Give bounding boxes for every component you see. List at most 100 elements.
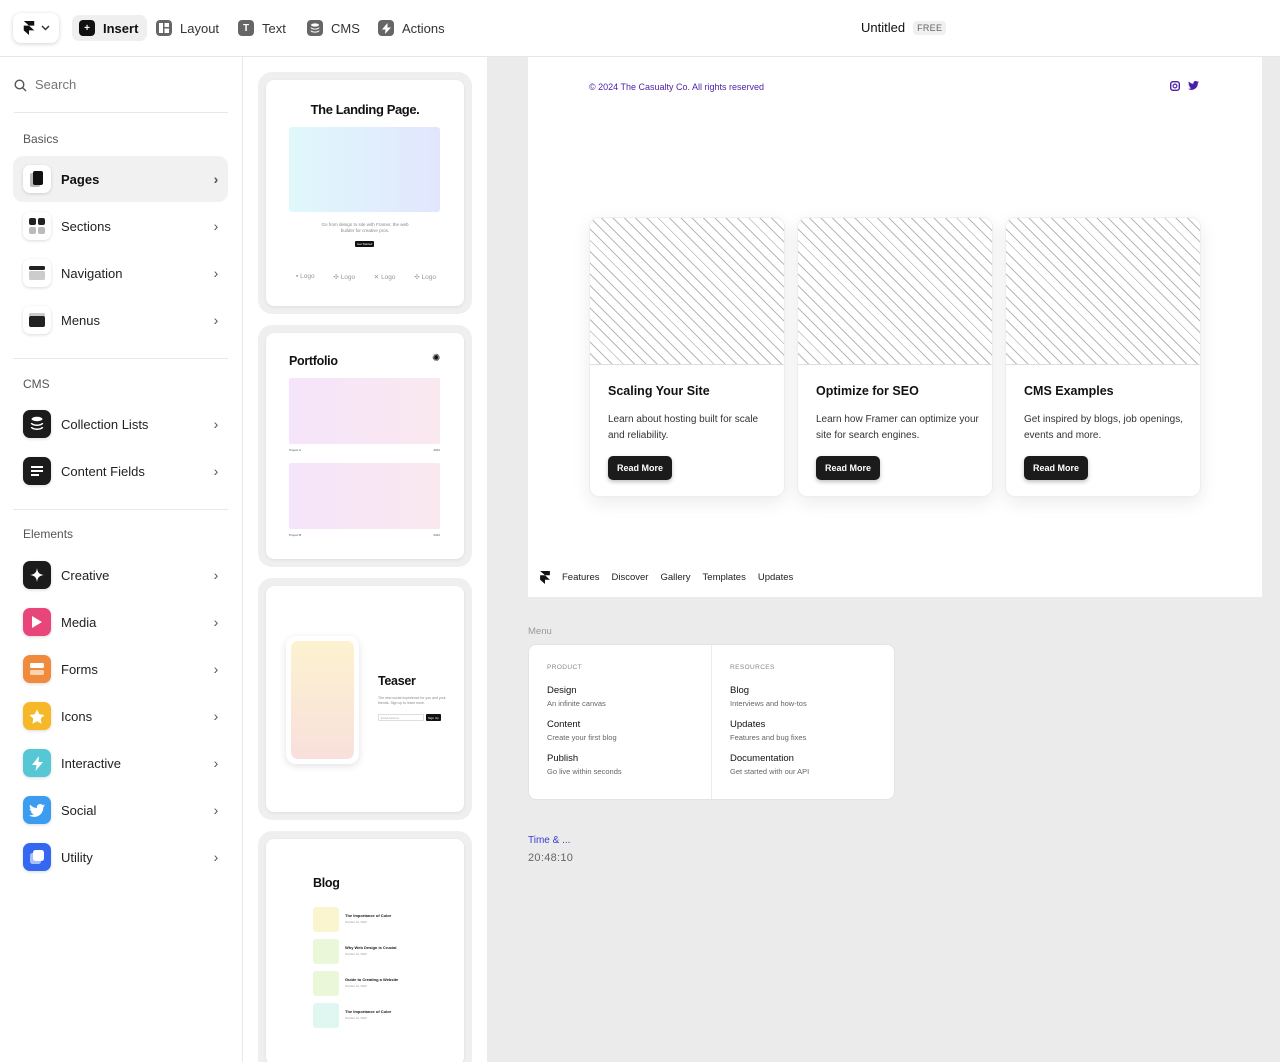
sidebar-item-media[interactable]: Media › [13,599,228,645]
document-title-text: Untitled [861,20,906,35]
tool-layout[interactable]: Layout [156,15,219,41]
chevron-right-icon: › [213,849,219,865]
flower-icon: ✺ [432,353,441,364]
blog-post: The Importance of Color October 10, 2023 [313,907,391,932]
sidebar-item-creative[interactable]: Creative › [13,552,228,598]
sidebar-item-social[interactable]: Social › [13,787,228,833]
divider [13,509,228,510]
time-frame-label[interactable]: Time & ... [528,835,570,846]
menu-heading: PRODUCT [547,664,582,671]
feature-card[interactable]: Optimize for SEO Learn how Framer can op… [797,217,993,497]
nav-link-features[interactable]: Features [562,572,600,583]
menu-frame-label[interactable]: Menu [528,626,552,637]
instagram-icon[interactable] [1170,81,1180,91]
page-templates-panel: The Landing Page. Go from design to site… [244,57,487,1062]
twitter-icon[interactable] [1188,81,1199,90]
nav-link-discover[interactable]: Discover [612,572,649,583]
nav-link-updates[interactable]: Updates [758,572,793,583]
template-cta: Get Started [355,241,375,247]
framer-menu-button[interactable] [13,13,59,43]
sidebar-item-pages[interactable]: Pages › [13,156,228,202]
project-caption: Project A 2022 [289,448,440,452]
sidebar-item-menus[interactable]: Menus › [13,297,228,343]
tool-cms-label: CMS [331,20,360,36]
feature-card[interactable]: Scaling Your Site Learn about hosting bu… [589,217,785,497]
template-landing-page[interactable]: The Landing Page. Go from design to site… [258,72,472,314]
feature-card[interactable]: CMS Examples Get inspired by blogs, job … [1005,217,1201,497]
template-title: Blog [313,876,340,890]
read-more-button[interactable]: Read More [608,456,673,480]
document-title[interactable]: Untitled FREE [861,20,947,35]
blog-post: Why Web Design is Crucial October 10, 202… [313,939,397,964]
read-more-button[interactable]: Read More [816,456,881,480]
template-portfolio[interactable]: Portfolio ✺ Project A 2022 Project B 2022 [258,325,472,567]
menu-column-resources: RESOURCES Blog Interviews and how-tos Upd… [711,645,894,799]
blog-post: Guide to Creating a Website October 10, 2… [313,971,398,996]
image-placeholder [798,218,992,365]
framer-logo-icon[interactable] [540,571,550,584]
top-toolbar: + Insert Layout T Text CMS Actions Untit… [0,0,1280,57]
template-description: Go from design to site with Framer, the … [321,222,409,233]
hero-image [289,127,440,212]
chevron-right-icon: › [213,802,219,818]
chevron-down-icon [40,25,50,31]
card-title: Scaling Your Site [608,384,710,398]
tool-actions[interactable]: Actions [378,15,445,41]
menu-column-product: PRODUCT Design An infinite canvas Content… [529,645,711,799]
sidebar-item-sections[interactable]: Sections › [13,203,228,249]
sidebar-item-label: Menus [61,312,101,328]
site-navigation: Features Discover Gallery Templates Upda… [540,571,793,584]
template-preview: Portfolio ✺ Project A 2022 Project B 2022 [266,333,464,559]
play-icon [23,608,51,636]
template-blog[interactable]: Blog The Importance of Color October 10, … [258,831,472,1062]
twitter-icon [23,796,51,824]
framer-logo-icon [23,21,34,35]
chevron-right-icon: › [213,614,219,630]
menu-component[interactable]: PRODUCT Design An infinite canvas Content… [528,644,895,800]
sidebar-item-navigation[interactable]: Navigation › [13,250,228,296]
section-label-cms: CMS [23,377,50,391]
template-preview: The Landing Page. Go from design to site… [266,80,464,306]
sidebar-item-utility[interactable]: Utility › [13,834,228,880]
sidebar-item-forms[interactable]: Forms › [13,646,228,692]
navigation-icon [23,259,51,287]
sidebar-item-icons[interactable]: Icons › [13,693,228,739]
chevron-right-icon: › [213,661,219,677]
tool-text[interactable]: T Text [238,15,286,41]
sidebar-item-interactive[interactable]: Interactive › [13,740,228,786]
menu-link[interactable]: Updates Features and bug fixes [730,719,876,742]
menu-link[interactable]: Blog Interviews and how-tos [730,685,876,708]
read-more-button[interactable]: Read More [1024,456,1089,480]
menu-link[interactable]: Content Create your first blog [547,719,693,742]
menu-link[interactable]: Design An infinite canvas [547,685,693,708]
tool-insert[interactable]: + Insert [72,15,148,41]
section-label-elements: Elements [23,527,74,541]
tool-actions-label: Actions [402,20,445,36]
menu-link[interactable]: Publish Go live within seconds [547,753,693,776]
divider [13,358,228,359]
logo-item: ▪ Logo [296,273,315,280]
project-caption: Project B 2022 [289,533,440,537]
sidebar-item-content-fields[interactable]: Content Fields › [13,448,228,494]
template-teaser[interactable]: Teaser The new social experience for you… [258,578,472,820]
sidebar-item-label: Content Fields [61,463,145,479]
tool-cms[interactable]: CMS [307,15,360,41]
nav-link-templates[interactable]: Templates [703,572,746,583]
page-frame[interactable]: © 2024 The Casualty Co. All rights reser… [528,57,1262,597]
blog-post: The Importance of Color October 10, 2023 [313,1003,391,1028]
menu-link[interactable]: Documentation Get started with our API [730,753,876,776]
design-canvas[interactable]: © 2024 The Casualty Co. All rights reser… [487,57,1280,1062]
time-display[interactable]: 20:48:10 [528,852,573,864]
pages-icon [23,165,51,193]
search-input[interactable] [35,77,215,92]
image-placeholder [590,218,784,365]
form-icon [23,655,51,683]
template-preview: Blog The Importance of Color October 10, … [266,839,464,1062]
nav-link-gallery[interactable]: Gallery [660,572,690,583]
sidebar-item-collection-lists[interactable]: Collection Lists › [13,401,228,447]
chevron-right-icon: › [213,265,219,281]
database-icon [23,410,51,438]
logo-item: ✣ Logo [333,274,356,281]
section-label-basics: Basics [23,132,59,146]
tool-insert-label: Insert [103,20,139,36]
